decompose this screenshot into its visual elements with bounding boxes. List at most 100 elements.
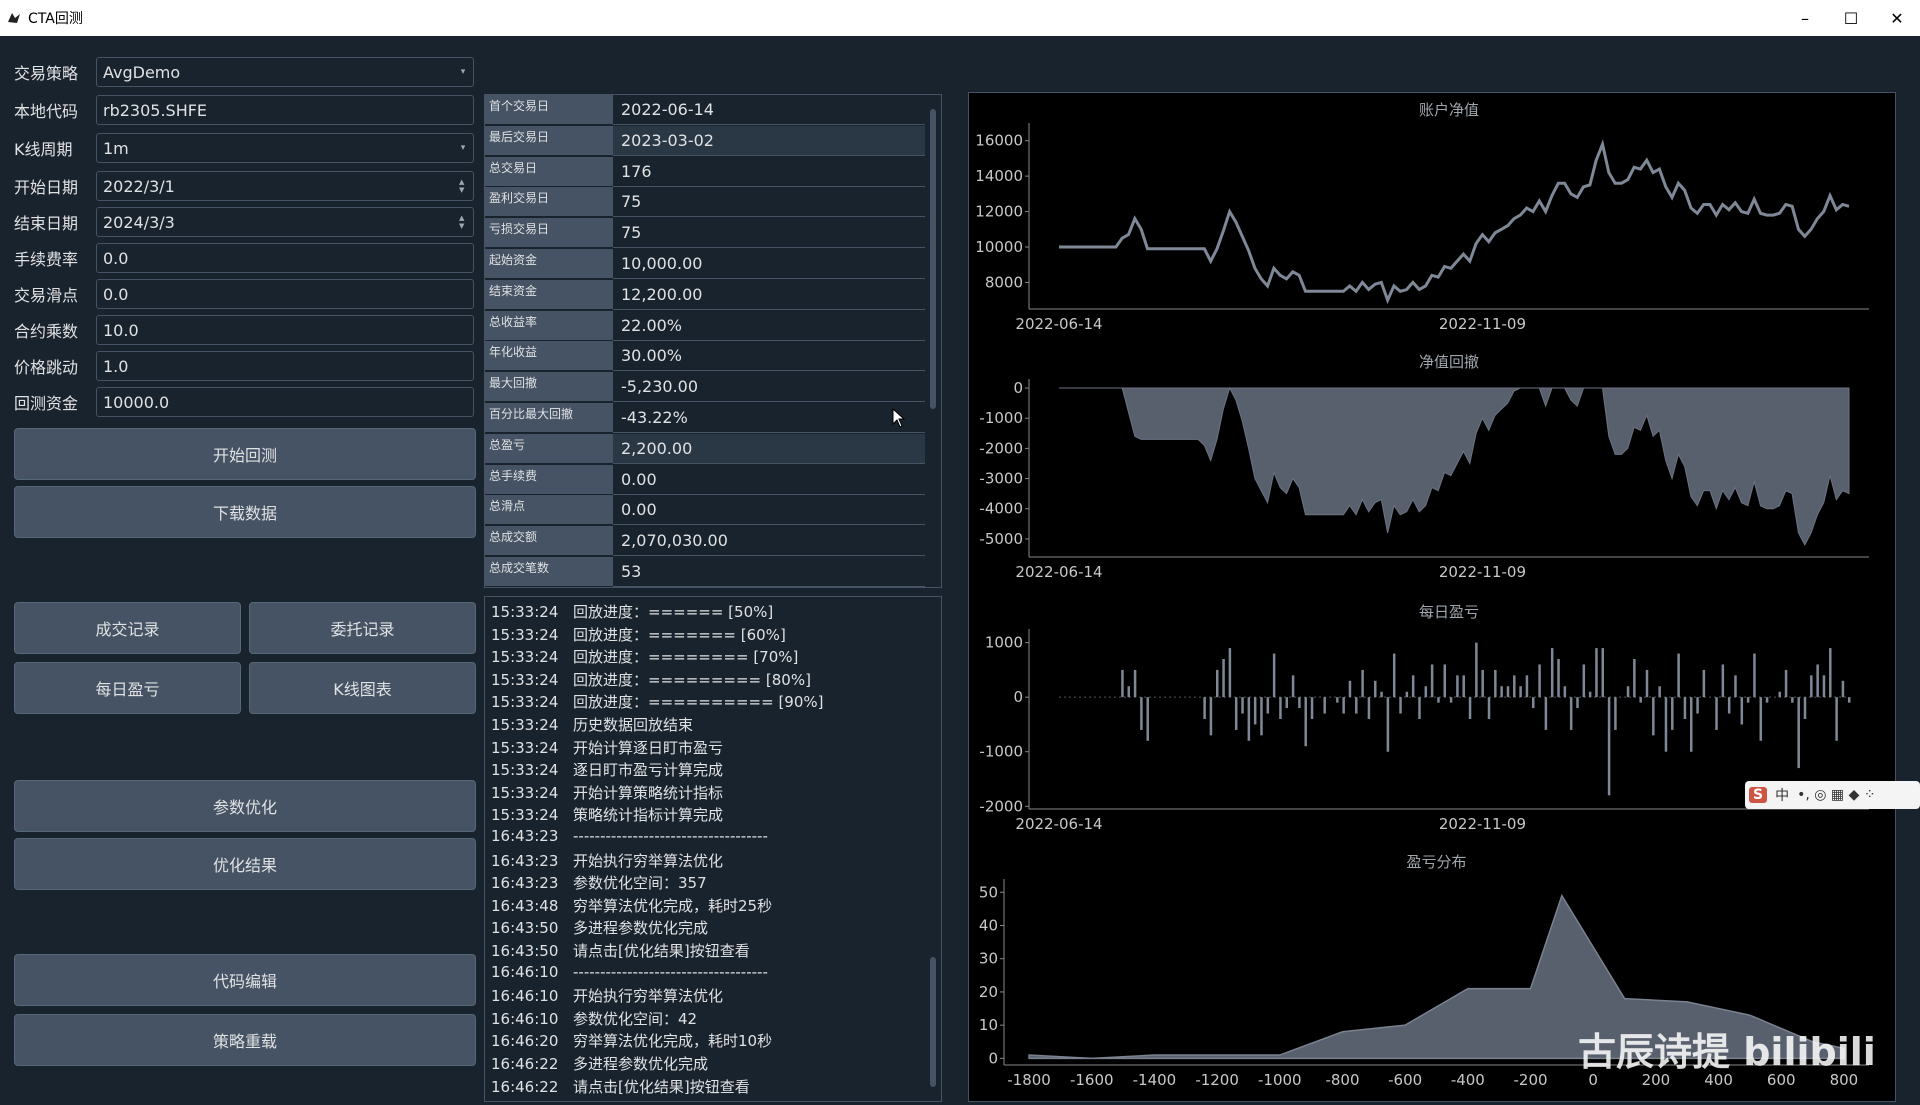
window-title: CTA回测: [28, 11, 83, 27]
strategy-value: AvgDemo: [103, 62, 181, 82]
scroll-thumb[interactable]: [930, 957, 936, 1087]
stat-row[interactable]: 起始资金 10,000.00: [485, 249, 925, 279]
log-time: 16:43:50: [491, 919, 559, 938]
stat-key: 首个交易日: [485, 95, 613, 125]
daily-pnl-bar: [1392, 653, 1396, 698]
log-line: 15:33:24 策略统计指标计算完成: [491, 804, 723, 825]
interval-select[interactable]: 1m ▾: [96, 133, 474, 163]
y-tick-label: 14000: [975, 167, 1023, 185]
log-line: 16:46:10 --------------------------------…: [491, 963, 768, 981]
ime-toolbar[interactable]: S 中 •, ◎ ▦ ◆ ⁘: [1745, 781, 1920, 809]
daily-pnl-bar: [1626, 686, 1630, 698]
stat-row[interactable]: 总交易日 176: [485, 156, 925, 187]
daily-pnl-bar: [1652, 697, 1655, 736]
rate-input[interactable]: 0.0: [96, 243, 474, 273]
slippage-input[interactable]: 0.0: [96, 279, 474, 309]
statistics-table[interactable]: 首个交易日 2022-06-14 最后交易日 2023-03-02 总交易日 176 盈利交…: [484, 94, 942, 588]
optimize-button[interactable]: 参数优化: [14, 780, 476, 832]
drawdown-area: [1059, 386, 1850, 547]
size-input[interactable]: 10.0: [96, 315, 474, 345]
daily-pnl-bar: [1247, 697, 1251, 741]
stat-row[interactable]: 结束资金 12,200.00: [485, 279, 925, 310]
stat-row[interactable]: 首个交易日 2022-06-14: [485, 95, 925, 125]
close-button[interactable]: ✕: [1874, 0, 1920, 36]
stat-key: 百分比最大回撤: [485, 403, 613, 433]
stat-row[interactable]: 总成交额 2,070,030.00: [485, 526, 925, 557]
log-time: 15:33:24: [491, 738, 559, 757]
stat-row[interactable]: 亏损交易日 75: [485, 218, 925, 249]
stat-row[interactable]: 总成交笔数 53: [485, 557, 925, 587]
daily-pnl-bar: [1260, 697, 1263, 736]
optimize-result-button[interactable]: 优化结果: [14, 838, 476, 890]
log-monitor[interactable]: 15:33:24 回放进度：====== [50%] 15:33:24 回放进度：==…: [484, 596, 942, 1102]
charts-panel: 账户净值 16000 14000 12000 10000 8000 2022-06-14 20…: [968, 92, 1896, 1102]
start-backtest-button[interactable]: 开始回测: [14, 428, 476, 480]
daily-pnl-bar: [1759, 697, 1763, 741]
start-date-label: 开始日期: [14, 178, 79, 197]
stat-row[interactable]: 总收益率 22.00%: [485, 310, 925, 341]
daily-pnl-bar: [1721, 664, 1725, 698]
log-scrollbar[interactable]: [927, 597, 939, 1101]
daily-pnl-bar: [1323, 697, 1326, 714]
reload-strategy-button[interactable]: 策略重载: [14, 1014, 476, 1066]
daily-pnl-bar: [1367, 697, 1371, 719]
daily-pnl-bar: [1487, 697, 1491, 719]
daily-pnl-button[interactable]: 每日盈亏: [14, 662, 241, 714]
capital-input[interactable]: 10000.0: [96, 387, 474, 417]
scroll-thumb[interactable]: [930, 109, 936, 409]
spin-arrows-icon[interactable]: ▲ ▼: [459, 214, 469, 230]
maximize-button[interactable]: ☐: [1828, 0, 1874, 36]
kline-chart-button[interactable]: K线图表: [249, 662, 476, 714]
log-time: 15:33:24: [491, 693, 559, 712]
stat-row[interactable]: 总盈亏 2,200.00: [485, 433, 925, 464]
daily-pnl-bar: [1778, 691, 1781, 698]
stat-value: 12,200.00: [613, 280, 925, 310]
daily-pnl-bar: [1525, 675, 1529, 698]
stat-row[interactable]: 总手续费 0.00: [485, 464, 925, 495]
trades-button[interactable]: 成交记录: [14, 602, 241, 654]
y-tick-label: 30: [979, 950, 998, 968]
daily-pnl-bar: [1532, 697, 1535, 709]
y-tick-label: 16000: [975, 132, 1023, 150]
equity-line: [1059, 139, 1850, 305]
x-tick-label: -1200: [1195, 1071, 1239, 1089]
orders-button[interactable]: 委托记录: [249, 602, 476, 654]
strategy-select[interactable]: AvgDemo ▾: [96, 57, 474, 87]
daily-pnl-bar: [1121, 669, 1124, 698]
download-data-button[interactable]: 下载数据: [14, 486, 476, 538]
ime-language[interactable]: 中: [1775, 785, 1789, 805]
daily-pnl-bar: [1848, 697, 1851, 703]
stat-row[interactable]: 总滑点 0.00: [485, 495, 925, 526]
stat-value: 10,000.00: [613, 249, 925, 279]
end-date-edit[interactable]: 2024/3/3 ▲ ▼: [96, 207, 474, 237]
stat-row[interactable]: 盈利交易日 75: [485, 187, 925, 218]
symbol-input[interactable]: rb2305.SHFE: [96, 95, 474, 125]
stat-row[interactable]: 最后交易日 2023-03-02: [485, 125, 925, 156]
stats-scrollbar[interactable]: [927, 95, 939, 587]
spin-arrows-icon[interactable]: ▲ ▼: [459, 178, 469, 194]
daily-pnl-bar: [1228, 648, 1232, 698]
sogou-logo-icon: S: [1749, 787, 1768, 803]
minimize-button[interactable]: –: [1782, 0, 1828, 36]
stat-key: 最后交易日: [485, 125, 613, 156]
y-tick-label: -2000: [979, 797, 1023, 815]
log-line: 16:43:48 穷举算法优化完成，耗时25秒: [491, 895, 772, 916]
stat-row[interactable]: 最大回撤 -5,230.00: [485, 372, 925, 403]
stat-key: 总成交笔数: [485, 557, 613, 587]
stat-row[interactable]: 百分比最大回撤 -43.22%: [485, 403, 925, 433]
stat-row[interactable]: 年化收益 30.00%: [485, 341, 925, 372]
x-tick-label: -1800: [1007, 1071, 1051, 1089]
capital-value: 10000.0: [103, 392, 170, 412]
daily-pnl-bar: [1380, 691, 1383, 698]
start-date-edit[interactable]: 2022/3/1 ▲ ▼: [96, 171, 474, 201]
edit-code-button[interactable]: 代码编辑: [14, 954, 476, 1006]
ime-tools-icon[interactable]: •, ◎ ▦ ◆ ⁘: [1797, 787, 1875, 803]
x-tick-label: 2022-06-14: [1015, 315, 1102, 333]
strategy-label: 交易策略: [14, 64, 79, 83]
log-time: 16:43:50: [491, 942, 559, 960]
log-time: 16:43:48: [491, 896, 559, 915]
symbol-label: 本地代码: [14, 102, 79, 121]
y-tick-label: -1000: [979, 409, 1023, 427]
daily-pnl-bar: [1746, 697, 1750, 703]
pricetick-input[interactable]: 1.0: [96, 351, 474, 381]
